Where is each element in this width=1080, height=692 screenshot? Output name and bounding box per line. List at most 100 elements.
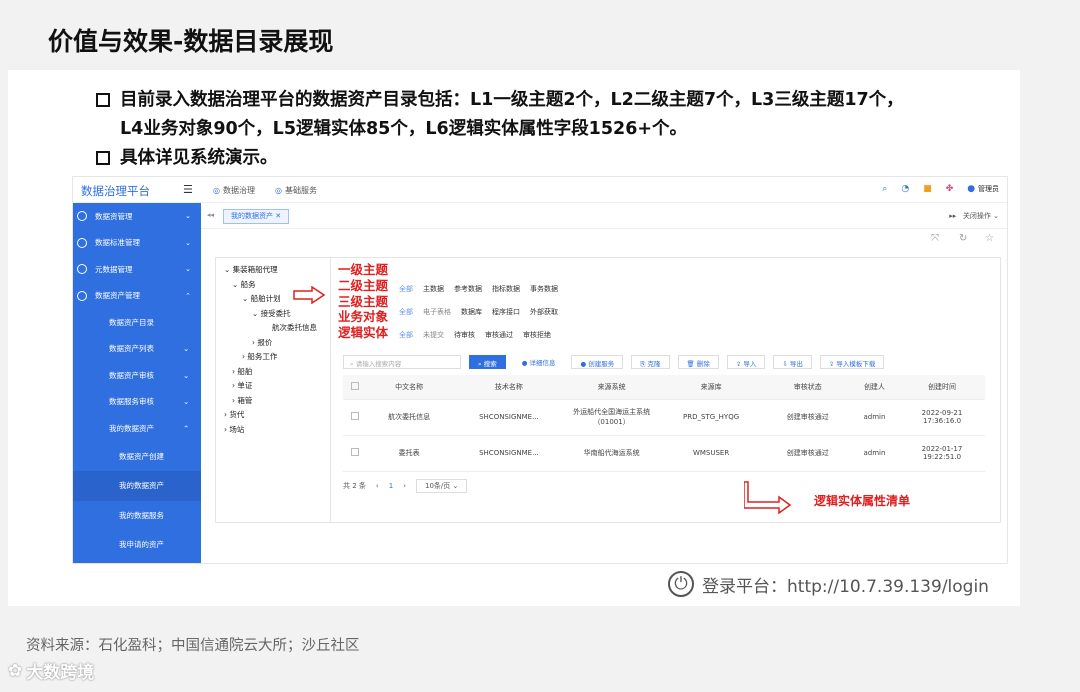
filter-option[interactable]: 全部 [399,330,413,340]
filter-option[interactable]: 程序接口 [492,307,520,317]
prev-page-icon[interactable]: ‹ [376,482,379,490]
filter-option[interactable]: 全部 [399,284,413,294]
top-nav: ◎ 数据治理 ◎ 基础服务 [213,185,317,196]
table-cell: 2022-09-21 17:36:16.0 [899,399,985,436]
sidebar-item[interactable]: 数据标准管理 ⌄ [73,230,201,257]
filter-option[interactable]: 数据库 [461,307,482,317]
sidebar-subitem[interactable]: 数据资产列表 ⌄ [73,336,201,363]
page-tools: ⤧ ↻ ☆ [201,229,1007,251]
filter-row-source: 全部 电子表格 数据库 程序接口 外部获取 [399,307,558,317]
sidebar-subitem-level2[interactable]: 我的数据服务 [73,501,201,531]
page-size-select[interactable]: 10条/页 ⌄ [416,479,468,493]
tree-node[interactable]: › 报价 [222,337,324,352]
chevron-down-icon: ⌄ [183,344,190,354]
next-page-icon[interactable]: › [403,482,406,490]
menu-toggle-icon[interactable]: ☰ [183,183,193,196]
action-toolbar: ⌕ 请输入搜索内容 ⌕ 搜索 ● 详细信息 ● 创建服务 ⎘ 克隆 🗑 删除 ⇪… [343,355,885,369]
app-topbar: 数据治理平台 ☰ ◎ 数据治理 ◎ 基础服务 ⌕ ◔ ■ ✤ ● 管理员 [73,177,1007,203]
row-checkbox[interactable] [351,448,359,456]
sidebar-subitem-level2[interactable]: 我申请的资产 [73,530,201,560]
total-count: 共 2 条 [343,482,366,490]
fullscreen-icon[interactable]: ⤧ [931,233,939,244]
bullet-text-continued: L4业务对象90个，L5逻辑实体85个，L6逻辑实体属性字段1526+个。 [120,119,688,139]
sidebar-subitem-level2[interactable]: 我的数据资产 [73,471,201,501]
filter-row-status: 全部 未提交 待审核 审核通过 审核拒绝 [399,330,551,340]
table-cell: 委托表 [367,435,452,472]
bell-icon[interactable]: ◔ [901,184,909,194]
table-cell: SHCONSIGNME... [451,399,567,436]
filter-option[interactable]: 未提交 [423,330,444,340]
filter-option[interactable]: 全部 [399,307,413,317]
filter-option[interactable]: 事务数据 [530,284,558,294]
table-header: 中文名称 技术名称 来源系统 来源库 审核状态 创建人 创建时间 [343,375,985,400]
apps-icon[interactable]: ✤ [946,184,954,194]
module-icon [77,290,87,301]
tree-node[interactable]: › 船舶 [222,366,324,381]
filter-option[interactable]: 待审核 [454,330,475,340]
search-button[interactable]: ⌕ 搜索 [469,355,506,369]
filter-option[interactable]: 主数据 [423,284,444,294]
tree-node[interactable]: › 箱管 [222,395,324,410]
chevron-down-icon: ⌄ [185,238,191,247]
tree-node[interactable]: › 船务工作 [222,351,324,366]
filter-option[interactable]: 指标数据 [492,284,520,294]
import-button[interactable]: ⇪ 导入 [726,355,766,369]
template-download-button[interactable]: ⇪ 导入模板下载 [819,355,885,369]
bullet-text: 具体详见系统演示。 [120,148,278,168]
tree-node[interactable]: 航次委托信息 [222,322,324,337]
message-icon[interactable]: ■ [923,184,932,194]
refresh-icon[interactable]: ↻ [959,233,967,244]
close-icon[interactable]: ✕ [275,212,281,220]
module-icon [77,237,87,248]
search-input[interactable]: ⌕ 请输入搜索内容 [343,355,461,369]
sidebar-item[interactable]: 元数据管理 ⌄ [73,256,201,283]
topnav-item[interactable]: ◎ 数据治理 [213,185,255,196]
filter-option[interactable]: 审核通过 [485,330,513,340]
create-service-button[interactable]: ● 创建服务 [571,355,624,369]
sidebar-subitem[interactable]: 我的数据资产 ⌃ [73,415,201,442]
user-menu[interactable]: ● 管理员 [967,184,999,194]
sidebar-subitem[interactable]: 数据服务审核 ⌄ [73,389,201,416]
asset-list-panel: 全部 主数据 参考数据 指标数据 事务数据 全部 电子表格 数据库 程序接口 外… [331,257,1001,523]
annotation-label: 二级主题 [338,277,389,293]
tree-node[interactable]: › 单证 [222,380,324,395]
tree-node[interactable]: › 场站 [222,424,324,439]
pagination: 共 2 条 ‹ 1 › 10条/页 ⌄ [343,479,468,493]
chevron-down-icon: ⌄ [183,397,190,407]
module-icon [77,211,87,222]
star-icon[interactable]: ☆ [985,233,994,244]
export-button[interactable]: ⇩ 导出 [773,355,812,369]
sidebar-subitem[interactable]: 数据资产目录 [73,309,201,336]
row-checkbox[interactable] [351,412,359,420]
clone-button[interactable]: ⎘ 克隆 [631,355,670,369]
search-icon[interactable]: ⌕ [882,184,887,194]
sidebar-item[interactable]: 数据资管理 ⌄ [73,203,201,230]
tab-actions[interactable]: ▸▸ 关闭操作 ⌄ [949,211,999,221]
detail-button[interactable]: ● 详细信息 [514,355,564,369]
checkbox-bullet-icon [96,93,110,107]
app-logo[interactable]: 数据治理平台 [81,183,150,199]
sidebar-item[interactable]: 数据资产管理 ⌃ [73,283,201,310]
column-header: 创建时间 [899,375,985,400]
tree-node[interactable]: › 货代 [222,409,324,424]
tree-node[interactable]: ⌄ 集装箱船代理 [222,264,324,279]
table-cell: PRD_STG_HYQG [656,399,766,436]
select-all-checkbox[interactable] [351,381,359,390]
delete-button[interactable]: 🗑 删除 [677,355,719,369]
filter-option[interactable]: 电子表格 [423,307,451,317]
annotation-label: 一级主题 [338,262,389,277]
tab-scroll-left-icon[interactable]: ◂◂ [207,211,214,219]
tab-bar: ◂◂ 我的数据资产 ✕ ▸▸ 关闭操作 ⌄ [201,203,1007,229]
table-row[interactable]: 航次委托信息 SHCONSIGNME... 外运船代全国海运主系统（01001）… [343,399,985,436]
bullet-text: 目前录入数据治理平台的数据资产目录包括：L1一级主题2个，L2二级主题7个，L3… [120,90,904,110]
sidebar-subitem-level2[interactable]: 数据资产创建 [73,442,201,472]
filter-option[interactable]: 参考数据 [454,284,482,294]
tree-node[interactable]: ⌄ 接受委托 [222,308,324,323]
page-number[interactable]: 1 [389,482,393,490]
sidebar-subitem[interactable]: 数据资产审核 ⌄ [73,362,201,389]
filter-option[interactable]: 外部获取 [530,307,558,317]
tab-my-assets[interactable]: 我的数据资产 ✕ [223,209,290,224]
topnav-item[interactable]: ◎ 基础服务 [275,185,317,196]
filter-option[interactable]: 审核拒绝 [523,330,551,340]
table-row[interactable]: 委托表 SHCONSIGNME... 华南船代海运系统 WMSUSER 创建审核… [343,435,985,472]
